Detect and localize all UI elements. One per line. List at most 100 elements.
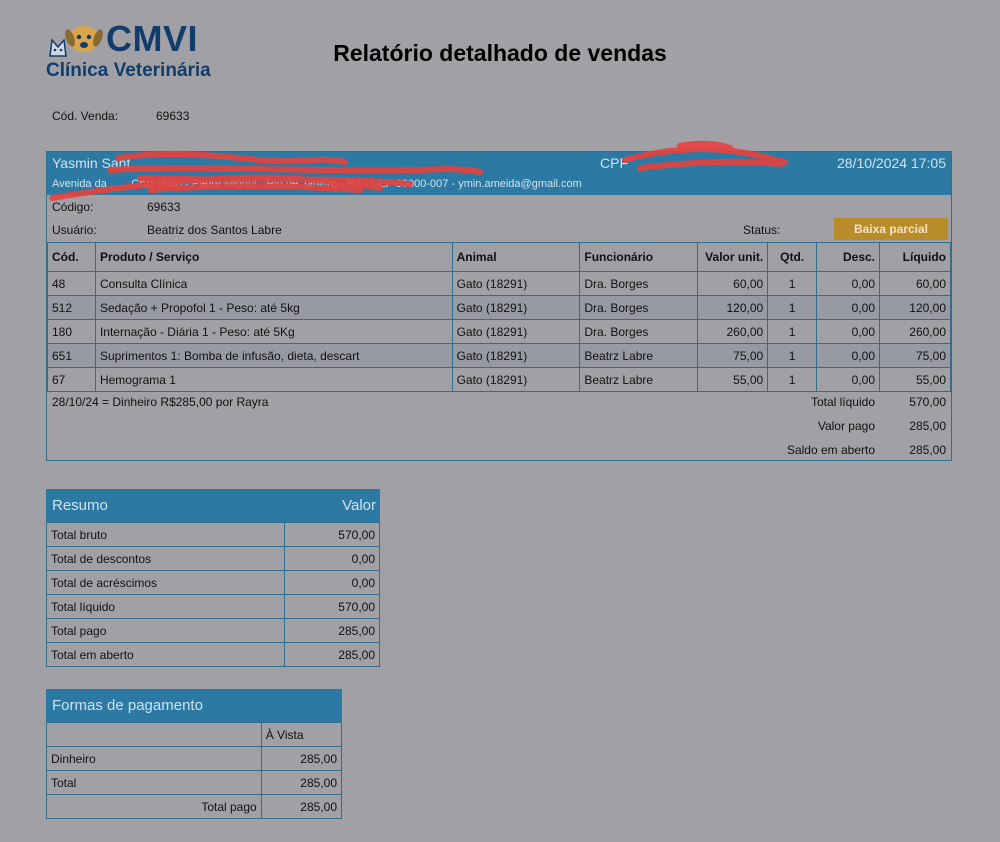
table-row: Total de descontos 0,00 <box>45 546 380 571</box>
summary-title: Resumo <box>52 497 108 514</box>
cell-animal: Gato (18291) <box>451 271 581 296</box>
cell-product: Sedação + Propofol 1 - Peso: até 5kg <box>94 295 453 320</box>
table-row: 67 Hemograma 1 Gato (18291) Beatrz Labre… <box>47 367 951 392</box>
cell-qty: 1 <box>767 319 818 344</box>
cell-qty: 1 <box>767 367 818 392</box>
summary-value: 285,00 <box>284 618 380 643</box>
page-title: Relatório detalhado de vendas <box>333 40 667 66</box>
table-row: Total 285,00 <box>46 770 343 795</box>
cell-net: 120,00 <box>879 295 951 320</box>
cell-product: Suprimentos 1: Bomba de infusão, dieta, … <box>94 343 453 368</box>
items-table: Cód. Produto / Serviço Animal Funcionári… <box>47 242 951 392</box>
cell-code: 651 <box>47 343 96 368</box>
table-row: Total de acréscimos 0,00 <box>45 570 380 595</box>
saldo-aberto-value: 285,00 <box>909 443 946 457</box>
col-header: Produto / Serviço <box>94 242 453 272</box>
usuario-label: Usuário: <box>52 223 97 237</box>
summary-table: Total bruto 570,00 Total de descontos 0,00… <box>45 522 380 667</box>
col-header: Animal <box>451 242 581 272</box>
summary-value: 0,00 <box>284 546 380 571</box>
summary-label: Total em aberto <box>45 642 286 667</box>
total-pago-value: 285,00 <box>260 794 343 819</box>
table-row: 48 Consulta Clínica Gato (18291) Dra. Bo… <box>47 271 951 296</box>
cell-discount: 0,00 <box>816 343 881 368</box>
table-header-row: À Vista <box>46 722 343 747</box>
cell-employee: Beatrz Labre <box>579 367 699 392</box>
cell-net: 75,00 <box>879 343 951 368</box>
payment-methods-header: Formas de pagamento <box>46 689 342 722</box>
summary-box: Resumo Valor Total bruto 570,00 Total de … <box>45 489 380 667</box>
cell-net: 55,00 <box>879 367 951 392</box>
cell-qty: 1 <box>767 295 818 320</box>
cell-code: 67 <box>47 367 96 392</box>
col-header: Cód. <box>47 242 96 272</box>
table-row: Total líquido 570,00 <box>45 594 380 619</box>
summary-label: Total bruto <box>45 522 286 547</box>
cell-unit-value: 75,00 <box>697 343 769 368</box>
client-name: Yasmin Sant <box>52 155 131 171</box>
summary-value: 0,00 <box>284 570 380 595</box>
status-badge: Baixa parcial <box>834 218 948 240</box>
payment-methods-box: Formas de pagamento À Vista Dinheiro 285,… <box>46 689 343 819</box>
summary-value-header: Valor <box>342 497 376 514</box>
cell-product: Hemograma 1 <box>94 367 453 392</box>
payment-note: 28/10/24 = Dinheiro R$285,00 por Rayra <box>52 395 269 409</box>
col-header: Valor unit. <box>697 242 769 272</box>
summary-label: Total líquido <box>45 594 286 619</box>
summary-value: 570,00 <box>284 522 380 547</box>
total-pago-label: Total pago <box>46 794 262 819</box>
payment-value: 285,00 <box>260 770 343 795</box>
cell-product: Internação - Diária 1 - Peso: até 5Kg <box>94 319 453 344</box>
cell-animal: Gato (18291) <box>451 367 581 392</box>
cell-employee: Beatrz Labre <box>579 343 699 368</box>
codigo-label: Código: <box>52 200 94 214</box>
table-row: Total pago 285,00 <box>46 794 343 819</box>
cell-net: 60,00 <box>879 271 951 296</box>
client-cpf-label: CPF <box>600 155 628 171</box>
cell-qty: 1 <box>767 271 818 296</box>
cell-employee: Dra. Borges <box>579 271 699 296</box>
cell-qty: 1 <box>767 343 818 368</box>
cell-unit-value: 60,00 <box>697 271 769 296</box>
codigo-value: 69633 <box>147 200 181 214</box>
summary-value: 570,00 <box>284 594 380 619</box>
saldo-aberto-label: Saldo em aberto <box>786 443 875 457</box>
cell-animal: Gato (18291) <box>451 295 581 320</box>
col-header: Funcionário <box>579 242 699 272</box>
table-row: Dinheiro 285,00 <box>46 746 343 771</box>
table-row: Total bruto 570,00 <box>45 522 380 547</box>
col-header: Qtd. <box>767 242 818 272</box>
table-row: 512 Sedação + Propofol 1 - Peso: até 5kg… <box>47 295 951 320</box>
payment-value: 285,00 <box>260 746 343 771</box>
payment-column-header: À Vista <box>260 722 343 747</box>
cell-code: 48 <box>47 271 96 296</box>
sale-datetime: 28/10/2024 17:05 <box>837 155 946 171</box>
sale-code-value: 69633 <box>156 109 190 123</box>
summary-label: Total de acréscimos <box>45 570 286 595</box>
cell-discount: 0,00 <box>816 319 881 344</box>
cell-code: 180 <box>47 319 96 344</box>
payment-methods-title: Formas de pagamento <box>52 697 203 714</box>
usuario-value: Beatriz dos Santos Labre <box>147 223 282 237</box>
total-liquido-value: 570,00 <box>909 395 946 409</box>
summary-value: 285,00 <box>284 642 380 667</box>
summary-header: Resumo Valor <box>46 489 380 522</box>
cell-unit-value: 260,00 <box>697 319 769 344</box>
valor-pago-value: 285,00 <box>909 419 946 433</box>
cell-discount: 0,00 <box>816 367 881 392</box>
cell-net: 260,00 <box>879 319 951 344</box>
cell-employee: Dra. Borges <box>579 295 699 320</box>
valor-pago-label: Valor pago <box>817 419 875 433</box>
sale-code-label: Cód. Venda: <box>52 109 119 123</box>
col-header: Desc. <box>816 242 881 272</box>
cell-animal: Gato (18291) <box>451 319 581 344</box>
summary-label: Total de descontos <box>45 546 286 571</box>
status-label: Status: <box>743 223 781 237</box>
cell-unit-value: 55,00 <box>697 367 769 392</box>
table-row: 180 Internação - Diária 1 - Peso: até 5K… <box>47 319 951 344</box>
table-row: Total pago 285,00 <box>45 618 380 643</box>
client-address: Avenida da ...... Cruz 0000 - Padre Migu… <box>52 178 582 190</box>
cell-animal: Gato (18291) <box>451 343 581 368</box>
cell-unit-value: 120,00 <box>697 295 769 320</box>
total-liquido-label: Total líquido <box>810 395 875 409</box>
